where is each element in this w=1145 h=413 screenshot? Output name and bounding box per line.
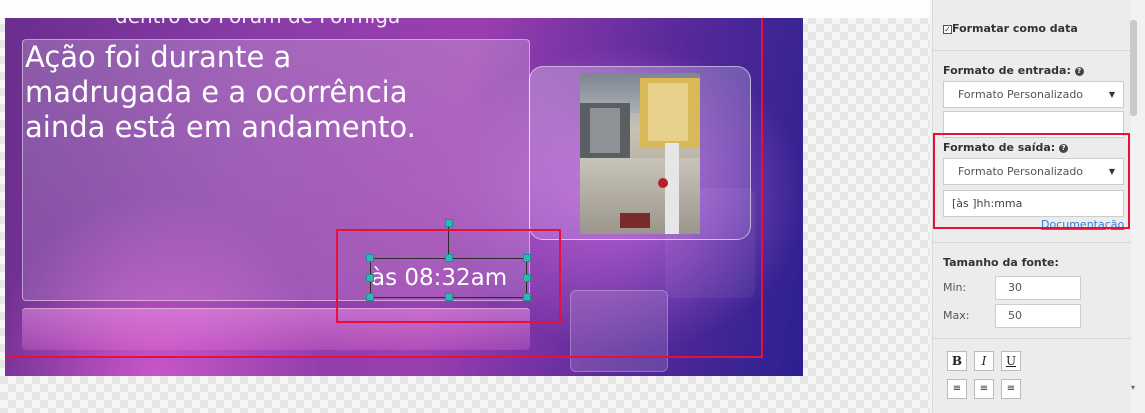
bold-button[interactable]: B (947, 351, 967, 371)
panel-scrollbar-thumb[interactable] (1130, 20, 1137, 116)
format-as-date-option[interactable]: ✓Formatar como data (943, 22, 1078, 35)
canvas-top-strip (0, 0, 930, 18)
headline-line: madrugada e a ocorrência (25, 75, 408, 109)
background-tile (570, 290, 668, 372)
font-size-min-label: Min: (943, 281, 967, 294)
scroll-down-icon[interactable]: ▾ (1131, 383, 1139, 392)
text-style-section: B I U ≡ ≡ ≡ (933, 338, 1133, 413)
input-format-label: Formato de entrada: ? (943, 64, 1084, 77)
font-size-max-input[interactable]: 50 (995, 304, 1081, 328)
question-circle-icon[interactable]: ? (1074, 67, 1084, 76)
slide-top-caption: dentro do Fórum de Formiga (115, 18, 475, 28)
safe-area-guide-bottom (5, 356, 763, 358)
input-format-select[interactable]: Formato Personalizado ▼ (943, 81, 1124, 108)
headline-line: ainda está em andamento. (25, 110, 416, 144)
italic-button[interactable]: I (974, 351, 994, 371)
format-as-date-label: Formatar como data (952, 22, 1078, 35)
dropdown-arrow-icon: ▼ (1108, 90, 1115, 99)
font-size-section: Tamanho da fonte: Min: 30 Max: 50 (933, 242, 1133, 338)
rotate-handle[interactable] (445, 219, 453, 227)
underline-button[interactable]: U (1001, 351, 1021, 371)
slide-headline[interactable]: Ação foi durante a madrugada e a ocorrên… (25, 40, 525, 145)
font-size-max-label: Max: (943, 309, 970, 322)
headline-line: Ação foi durante a (25, 40, 292, 74)
safe-area-guide-right (761, 18, 763, 357)
output-format-highlight-annotation (933, 133, 1130, 229)
checkbox-checked-icon[interactable]: ✓ (943, 25, 952, 34)
selection-highlight-annotation (336, 229, 561, 323)
align-center-icon[interactable]: ≡ (974, 379, 994, 399)
font-size-min-input[interactable]: 30 (995, 276, 1081, 300)
input-format-section: Formato de entrada: ? Formato Personaliz… (933, 50, 1133, 140)
font-size-label: Tamanho da fonte: (943, 256, 1059, 269)
slide-photo[interactable] (580, 73, 700, 234)
align-right-icon[interactable]: ≡ (1001, 379, 1021, 399)
align-left-icon[interactable]: ≡ (947, 379, 967, 399)
